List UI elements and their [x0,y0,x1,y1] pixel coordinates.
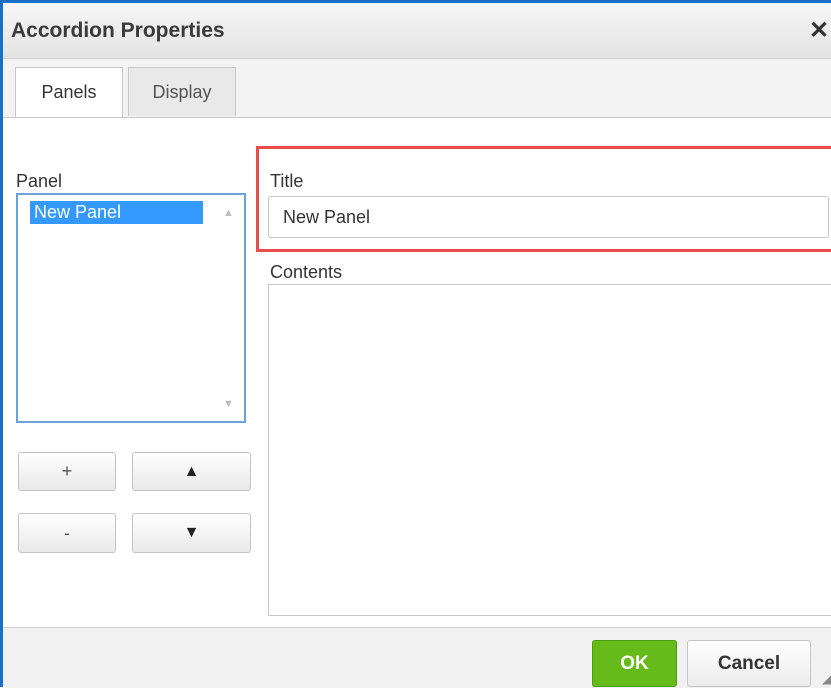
panel-listbox[interactable]: New Panel ▲ ▼ [16,193,246,423]
panel-label: Panel [16,171,63,191]
tab-bar: Panels Display [3,59,831,118]
contents-label: Contents [270,262,343,282]
plus-icon: + [61,461,73,481]
move-up-button[interactable]: ▲ [132,452,251,491]
resize-grip-icon[interactable]: ◢ [822,672,831,687]
remove-panel-button[interactable]: - [18,513,116,553]
list-item-selected[interactable]: New Panel [30,201,203,224]
ok-label: OK [620,652,649,674]
dialog-titlebar[interactable]: Accordion Properties ✕ [3,3,831,59]
close-icon[interactable]: ✕ [809,16,829,45]
cancel-button[interactable]: Cancel [687,640,811,687]
tab-display-label: Display [152,81,212,102]
title-label: Title [270,171,304,191]
scroll-up-icon[interactable]: ▲ [223,207,234,219]
title-input[interactable] [268,196,829,238]
contents-textarea[interactable] [268,284,831,616]
minus-icon: - [64,522,70,543]
tab-panels[interactable]: Panels [15,67,123,117]
scroll-down-icon[interactable]: ▼ [223,398,234,410]
arrow-up-icon: ▲ [183,462,200,480]
dialog-title: Accordion Properties [11,19,225,42]
ok-button[interactable]: OK [592,640,677,687]
tab-display[interactable]: Display [128,67,236,116]
move-down-button[interactable]: ▼ [132,513,251,553]
tab-panels-label: Panels [41,82,97,102]
arrow-down-icon: ▼ [183,524,200,541]
add-panel-button[interactable]: + [18,452,116,491]
cancel-label: Cancel [717,652,781,674]
